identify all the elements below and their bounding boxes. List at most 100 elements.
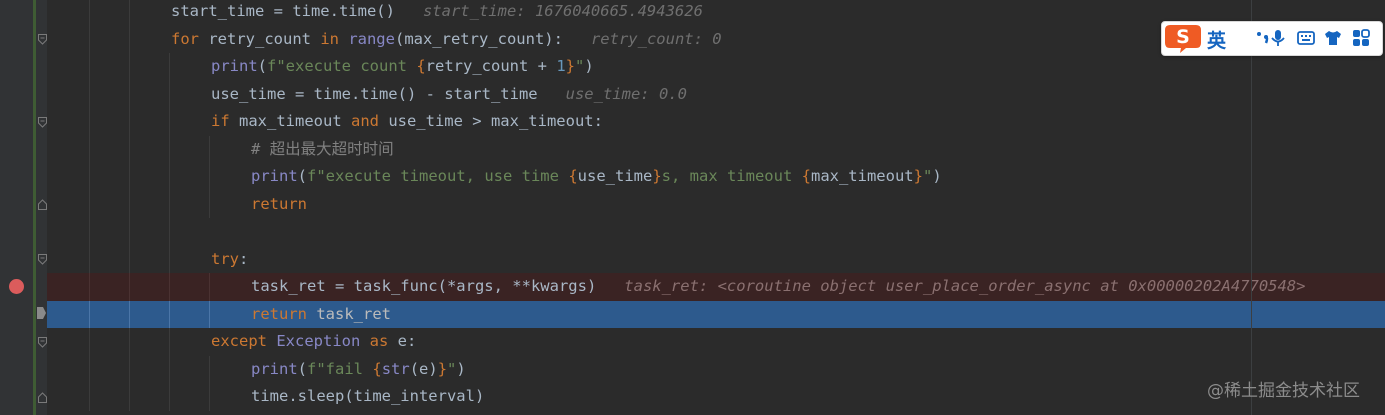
code-text: use_time = time.time() - start_time use_… xyxy=(211,81,687,109)
code-line[interactable]: print(f"fail {str(e)}") xyxy=(47,355,1385,384)
indent-guide xyxy=(129,383,130,411)
fold-toggle-icon[interactable] xyxy=(38,254,47,265)
code-token: s, max timeout xyxy=(661,167,802,185)
code-line[interactable]: print(f"execute timeout, use time { use_t… xyxy=(47,163,1385,191)
fold-toggle-icon[interactable] xyxy=(38,337,47,348)
code-token: " xyxy=(575,57,585,75)
code-line[interactable]: use_time = time.time() - start_time use_… xyxy=(47,80,1385,109)
fold-end-icon[interactable] xyxy=(38,199,47,210)
fold-toggle-icon[interactable] xyxy=(38,34,47,45)
breakpoint-icon[interactable] xyxy=(9,279,24,294)
code-token: { xyxy=(416,57,426,75)
code-token: return xyxy=(251,304,317,323)
code-token: } xyxy=(565,57,576,75)
code-line[interactable]: if max_timeout and use_time > max_timeou… xyxy=(47,108,1385,136)
indent-guide xyxy=(129,0,130,26)
code-token: use_time xyxy=(577,167,653,185)
indent-guide xyxy=(169,245,170,273)
indent-guide xyxy=(129,25,130,53)
sogou-logo-icon[interactable]: S xyxy=(1164,23,1202,54)
code-token: f"execute timeout, use time xyxy=(307,167,569,185)
indent-guide xyxy=(129,135,130,163)
code-line[interactable]: except Exception as e: xyxy=(47,328,1385,356)
indent-guide xyxy=(129,245,130,273)
code-editor[interactable]: start_time = time.time() start_time: 167… xyxy=(47,0,1385,415)
code-token: except xyxy=(211,332,277,350)
indent-guide xyxy=(89,53,90,81)
toolbox-grid-icon[interactable] xyxy=(1352,29,1370,47)
ime-language-toggle[interactable]: 英 xyxy=(1207,26,1226,53)
fold-end-icon[interactable] xyxy=(38,392,47,403)
indent-guide xyxy=(129,300,130,328)
code-text: print(f"fail {str(e)}") xyxy=(251,356,466,384)
code-token: ( xyxy=(257,57,268,75)
indent-guide xyxy=(209,355,210,383)
code-token: max_timeout xyxy=(810,167,914,185)
code-text: except Exception as e: xyxy=(211,328,416,356)
indent-guide xyxy=(89,135,90,163)
code-text: for retry_count in range(max_retry_count… xyxy=(171,26,722,54)
inline-debug-value[interactable]: retry_count: 0 xyxy=(563,30,722,48)
code-token: " xyxy=(447,359,457,378)
editor-gutter[interactable] xyxy=(0,0,47,415)
code-token: } xyxy=(652,167,662,185)
indent-guide xyxy=(169,108,170,136)
code-token: print xyxy=(251,167,298,185)
code-text: time.sleep(time_interval) xyxy=(251,383,484,411)
indent-guide xyxy=(89,0,90,26)
code-token: ( xyxy=(297,359,308,378)
fold-toggle-icon[interactable] xyxy=(38,117,47,128)
indent-guide xyxy=(129,53,130,81)
indent-guide xyxy=(129,190,130,218)
code-token: task_ret xyxy=(316,304,391,323)
code-token: 1 xyxy=(556,57,566,75)
inline-debug-value[interactable]: use_time: 0.0 xyxy=(538,85,687,103)
indent-guide xyxy=(129,273,130,301)
code-token: ) xyxy=(456,359,466,378)
code-line[interactable]: return task_ret xyxy=(47,300,1385,329)
inline-debug-value[interactable]: task_ret: <coroutine object user_place_o… xyxy=(596,277,1305,295)
code-token: use_time > max_timeout: xyxy=(388,112,603,130)
indent-guide xyxy=(209,383,210,411)
code-token: try xyxy=(211,249,239,268)
code-line[interactable]: time.sleep(time_interval) xyxy=(47,383,1385,411)
code-line[interactable]: task_ret = task_func(*args, **kwargs) ta… xyxy=(47,273,1385,301)
code-text: if max_timeout and use_time > max_timeou… xyxy=(211,108,603,136)
code-token: " xyxy=(922,167,933,185)
code-token: (e) xyxy=(409,359,438,378)
code-token: ( xyxy=(297,167,308,185)
keyboard-icon[interactable] xyxy=(1297,29,1315,47)
code-line[interactable]: return xyxy=(47,190,1385,219)
indent-guide xyxy=(169,300,170,328)
code-text: return xyxy=(251,191,307,219)
indent-guide xyxy=(209,190,210,218)
code-token: { xyxy=(801,167,811,185)
code-line[interactable] xyxy=(47,218,1385,246)
code-line[interactable]: try: xyxy=(47,245,1385,273)
code-token: return xyxy=(251,194,307,213)
indent-guide xyxy=(129,108,130,136)
skin-shirt-icon[interactable] xyxy=(1324,29,1342,47)
code-token: Exception xyxy=(276,332,370,350)
indent-guide xyxy=(89,80,90,108)
code-token: { xyxy=(372,359,382,378)
ime-toolbar[interactable]: S 英 xyxy=(1161,21,1383,56)
code-text: print(f"execute timeout, use time { use_t… xyxy=(251,163,942,191)
code-token: in xyxy=(320,29,349,48)
code-token: e: xyxy=(397,332,417,350)
inline-debug-value[interactable]: start_time: 1676040665.4943626 xyxy=(395,2,703,20)
indent-guide xyxy=(169,163,170,191)
code-line[interactable]: # 超出最大超时时间 xyxy=(47,135,1385,163)
code-token: print xyxy=(211,57,258,75)
code-token: ) xyxy=(932,167,942,185)
code-token: if xyxy=(211,112,239,130)
code-token: and xyxy=(350,112,389,130)
code-token: : xyxy=(239,249,249,268)
code-text: return task_ret xyxy=(251,301,391,329)
code-line[interactable]: print(f"execute count {retry_count + 1}"… xyxy=(47,53,1385,81)
code-token: range xyxy=(348,29,395,48)
microphone-icon[interactable] xyxy=(1269,29,1287,47)
code-text: print(f"execute count {retry_count + 1}"… xyxy=(211,53,594,81)
vcs-change-marker xyxy=(33,0,36,415)
code-token: } xyxy=(913,167,923,185)
